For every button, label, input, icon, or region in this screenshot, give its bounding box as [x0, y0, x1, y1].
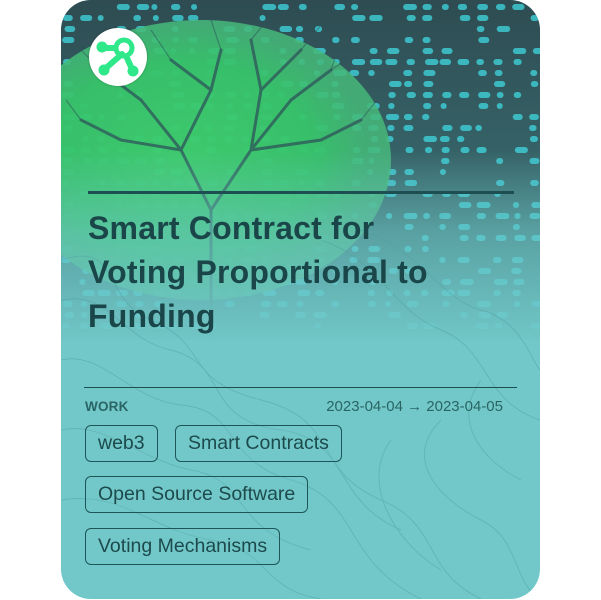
network-nodes-logo-icon: [96, 37, 139, 77]
logo[interactable]: [89, 28, 147, 86]
project-card[interactable]: Smart Contract for Voting Proportional t…: [61, 0, 540, 599]
tag-smart-contracts[interactable]: Smart Contracts: [175, 425, 342, 462]
title-line: Smart Contract for: [88, 210, 375, 246]
card-title[interactable]: Smart Contract for Voting Proportional t…: [88, 206, 518, 338]
tag-open-source-software[interactable]: Open Source Software: [85, 476, 309, 513]
title-line: Voting Proportional to: [88, 254, 428, 290]
title-line: Funding: [88, 298, 216, 334]
category-label: WORK: [85, 399, 129, 414]
tag-web3[interactable]: web3: [85, 425, 158, 462]
meta-divider: [84, 387, 517, 388]
title-divider: [88, 191, 514, 194]
date-range: 2023-04-04 → 2023-04-05: [326, 398, 503, 415]
tag-voting-mechanisms[interactable]: Voting Mechanisms: [85, 528, 281, 565]
